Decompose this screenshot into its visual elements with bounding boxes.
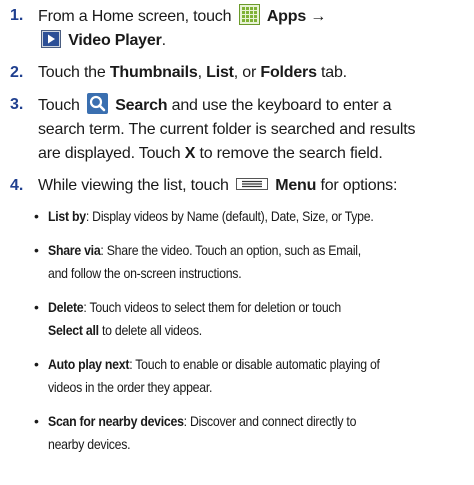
step-3-line-1: and use the keyboard to enter a (167, 97, 392, 114)
apps-label: Apps → (266, 8, 327, 25)
video-player-icon (41, 30, 61, 48)
step-number: 3. (10, 96, 24, 113)
bullet-dot: • (34, 299, 39, 315)
x-label: X (184, 145, 196, 162)
apps-grid-icon (238, 4, 260, 25)
bullet-text: : Touch to enable or disable automatic p… (129, 356, 380, 372)
bullet-term: Scan for nearby devices (48, 413, 184, 429)
instruction-page: 1. From a Home screen, touch Apps → Vide… (0, 0, 474, 485)
step-text: While viewing the list, touch Menu for o… (38, 174, 470, 198)
bullet-delete: • Delete: Touch videos to select them fo… (34, 296, 468, 342)
step-1-text: From a Home screen, touch (38, 8, 232, 25)
folders-tab-label: Folders (260, 64, 317, 81)
search-label: Search (115, 97, 168, 114)
bullet-text-line-2: nearby devices. (48, 436, 131, 452)
bullet-text-line-2: to delete all videos. (98, 322, 202, 338)
menu-label: Menu (275, 177, 317, 194)
search-icon (86, 93, 108, 114)
bullet-dot: • (34, 413, 39, 429)
bullet-term: Delete (48, 299, 84, 315)
menu-icon (235, 174, 268, 190)
bullet-text: : Share the video. Touch an option, such… (100, 242, 361, 258)
bullet-share-via: • Share via: Share the video. Touch an o… (34, 239, 468, 285)
bullet-term: Share via (48, 242, 101, 258)
step-4-prefix: While viewing the list, touch (38, 177, 229, 194)
step-3-prefix: Touch (38, 97, 80, 114)
step-4-suffix: for options: (316, 177, 398, 194)
bullet-dot: • (34, 208, 39, 224)
select-all-label: Select all (48, 322, 99, 338)
separator: , (197, 64, 207, 81)
thumbnails-tab-label: Thumbnails (109, 64, 198, 81)
step-3-line-3: are displayed. Touch (38, 145, 185, 162)
bullet-text: : Display videos by Name (default), Date… (85, 208, 374, 224)
bullet-text: : Discover and connect directly to (183, 413, 357, 429)
bullet-text: : Touch videos to select them for deleti… (83, 299, 341, 315)
bullet-dot: • (34, 356, 39, 372)
step-3-line-3-suffix: to remove the search field. (195, 145, 383, 162)
step-text: From a Home screen, touch Apps → Video P… (38, 4, 470, 53)
step-number: 2. (10, 64, 24, 81)
step-3-line-2: search term. The current folder is searc… (38, 121, 416, 138)
separator: , or (233, 64, 261, 81)
step-number: 1. (10, 7, 24, 24)
video-player-label: Video Player (68, 32, 162, 49)
bullet-auto-play-next: • Auto play next: Touch to enable or dis… (34, 353, 468, 399)
bullet-term: Auto play next (48, 356, 130, 372)
bullet-text-line-2: and follow the on-screen instructions. (48, 265, 242, 281)
step-text: Touch Search and use the keyboard to ent… (38, 93, 470, 166)
punctuation: . (161, 32, 166, 49)
bullet-text-line-2: videos in the order they appear. (48, 379, 213, 395)
step-number: 4. (10, 177, 24, 194)
bullet-list-by: • List by: Display videos by Name (defau… (34, 205, 468, 228)
step-2-prefix: Touch the (38, 64, 110, 81)
list-tab-label: List (206, 64, 234, 81)
step-text: Touch the Thumbnails, List, or Folders t… (38, 61, 470, 85)
bullet-term: List by (48, 208, 86, 224)
bullet-dot: • (34, 242, 39, 258)
step-2-suffix: tab. (316, 64, 347, 81)
bullet-scan-for-nearby-devices: • Scan for nearby devices: Discover and … (34, 410, 468, 456)
